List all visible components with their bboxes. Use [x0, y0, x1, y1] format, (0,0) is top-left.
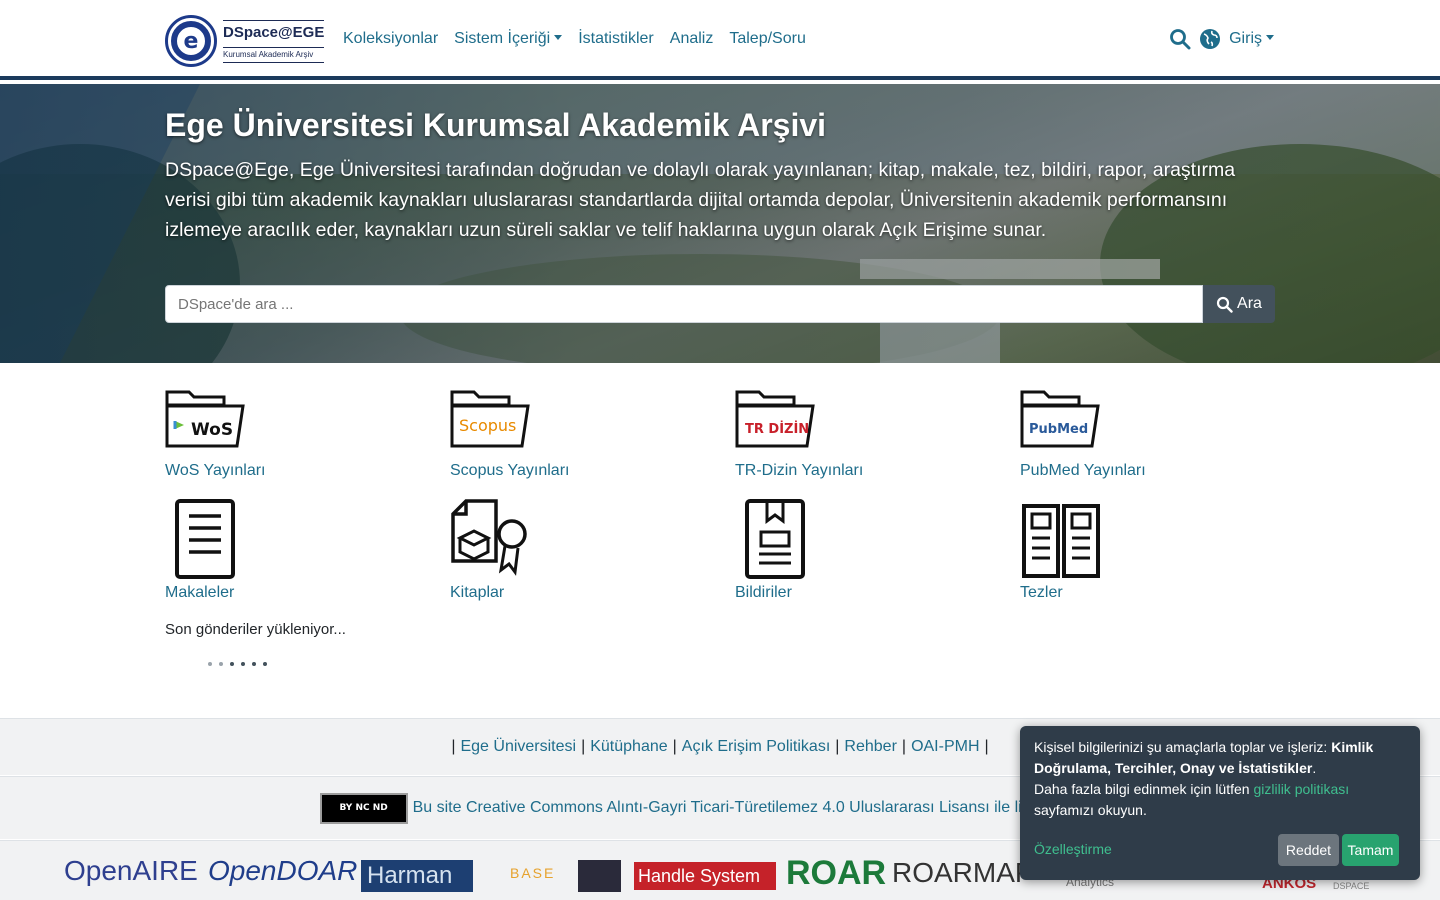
base-logo[interactable]: BASE	[510, 865, 555, 881]
license-link[interactable]: Bu site Creative Commons Alıntı-Gayri Ti…	[413, 799, 1121, 817]
handle-system-logo[interactable]: Handle System	[634, 862, 776, 890]
cookie-reject-button[interactable]: Reddet	[1278, 834, 1339, 866]
category-wos[interactable]: WoS WoS Yayınları	[165, 388, 385, 480]
cookie-consent-banner: Kişisel bilgilerinizi şu amaçlarla topla…	[1020, 726, 1420, 880]
search-icon[interactable]	[1169, 28, 1191, 50]
footer-link-library[interactable]: Kütüphane	[590, 738, 667, 756]
dspace-logo[interactable]: DSPACE	[1333, 881, 1369, 891]
category-label: Tezler	[1020, 584, 1063, 601]
nav-statistics[interactable]: İstatistikler	[578, 30, 654, 48]
category-label: Kitaplar	[450, 584, 505, 601]
main-nav: Koleksiyonlar Sistem İçeriği İstatistikl…	[343, 30, 806, 48]
site-logo[interactable]: e DSpace@EGE Kurumsal Akademik Arşiv	[165, 15, 325, 67]
category-label: PubMed Yayınları	[1020, 462, 1146, 479]
footer-link-oai-pmh[interactable]: OAI-PMH	[911, 738, 979, 756]
loading-spinner	[208, 662, 267, 666]
opendoar-logo[interactable]: OpenDOAR	[208, 855, 357, 887]
logo-subtitle: Kurumsal Akademik Arşiv	[223, 46, 325, 63]
footer-link-open-access-policy[interactable]: Açık Erişim Politikası	[682, 738, 830, 756]
roarmap-logo[interactable]: ROARMAP	[892, 857, 1034, 889]
category-label: Bildiriler	[735, 584, 792, 601]
nav-analysis[interactable]: Analiz	[670, 30, 714, 48]
folder-pubmed-icon: PubMed	[1020, 390, 1100, 448]
certificate-book-icon	[451, 499, 527, 576]
archive-logo[interactable]	[578, 860, 621, 892]
header: e DSpace@EGE Kurumsal Akademik Arşiv Kol…	[0, 0, 1440, 80]
nav-request[interactable]: Talep/Soru	[729, 30, 806, 48]
cookie-customize-link[interactable]: Özelleştirme	[1034, 839, 1112, 860]
hero-banner: Ege Üniversitesi Kurumsal Akademik Arşiv…	[0, 84, 1440, 363]
folder-scopus-icon: Scopus	[450, 390, 530, 448]
search-input[interactable]	[165, 285, 1203, 323]
creative-commons-icon[interactable]: BY NC ND	[319, 792, 408, 824]
svg-text:Scopus: Scopus	[459, 416, 516, 435]
category-scopus[interactable]: Scopus Scopus Yayınları	[450, 388, 670, 480]
nav-collections[interactable]: Koleksiyonlar	[343, 30, 438, 48]
folder-wos-icon: WoS	[165, 390, 245, 448]
category-label: Makaleler	[165, 584, 235, 601]
recent-submissions-loading: Son gönderiler yükleniyor...	[165, 621, 346, 638]
nav-system-content-dropdown[interactable]: Sistem İçeriği	[454, 30, 562, 48]
search-form: Ara	[165, 285, 1275, 323]
category-pubmed[interactable]: PubMed PubMed Yayınları	[1020, 388, 1240, 480]
svg-text:PubMed: PubMed	[1029, 422, 1088, 437]
svg-text:WoS: WoS	[191, 420, 233, 440]
footer-link-guide[interactable]: Rehber	[844, 738, 896, 756]
bookmark-document-icon	[745, 499, 805, 579]
cookie-accept-button[interactable]: Tamam	[1342, 834, 1399, 866]
search-button[interactable]: Ara	[1203, 285, 1275, 323]
category-label: TR-Dizin Yayınları	[735, 462, 864, 479]
page-title: Ege Üniversitesi Kurumsal Akademik Arşiv…	[165, 107, 827, 143]
university-seal-icon: e	[165, 15, 217, 67]
globe-icon[interactable]	[1199, 28, 1221, 50]
harman-logo[interactable]: Harman	[361, 860, 473, 892]
category-label: WoS Yayınları	[165, 462, 266, 479]
hero-description: DSpace@Ege, Ege Üniversitesi tarafından …	[165, 159, 1236, 241]
logo-title: DSpace@EGE	[223, 19, 325, 41]
category-books[interactable]: Kitaplar	[450, 498, 670, 602]
folder-trdizin-icon: TR DİZİN	[735, 390, 815, 448]
openaire-logo[interactable]: OpenAIRE	[64, 855, 198, 887]
category-trdizin[interactable]: TR DİZİN TR-Dizin Yayınları	[735, 388, 955, 480]
svg-text:TR DİZİN: TR DİZİN	[745, 421, 809, 437]
roar-logo[interactable]: ROAR	[786, 854, 886, 893]
category-articles[interactable]: Makaleler	[165, 498, 385, 602]
search-icon	[1216, 296, 1233, 313]
login-dropdown[interactable]: Giriş	[1229, 30, 1274, 48]
category-label: Scopus Yayınları	[450, 462, 570, 479]
category-proceedings[interactable]: Bildiriler	[735, 498, 955, 602]
open-book-icon	[1022, 504, 1100, 578]
privacy-policy-link[interactable]: gizlilik politikası	[1253, 781, 1349, 797]
category-theses[interactable]: Tezler	[1020, 498, 1240, 602]
footer-link-university[interactable]: Ege Üniversitesi	[460, 738, 576, 756]
document-icon	[175, 499, 235, 579]
